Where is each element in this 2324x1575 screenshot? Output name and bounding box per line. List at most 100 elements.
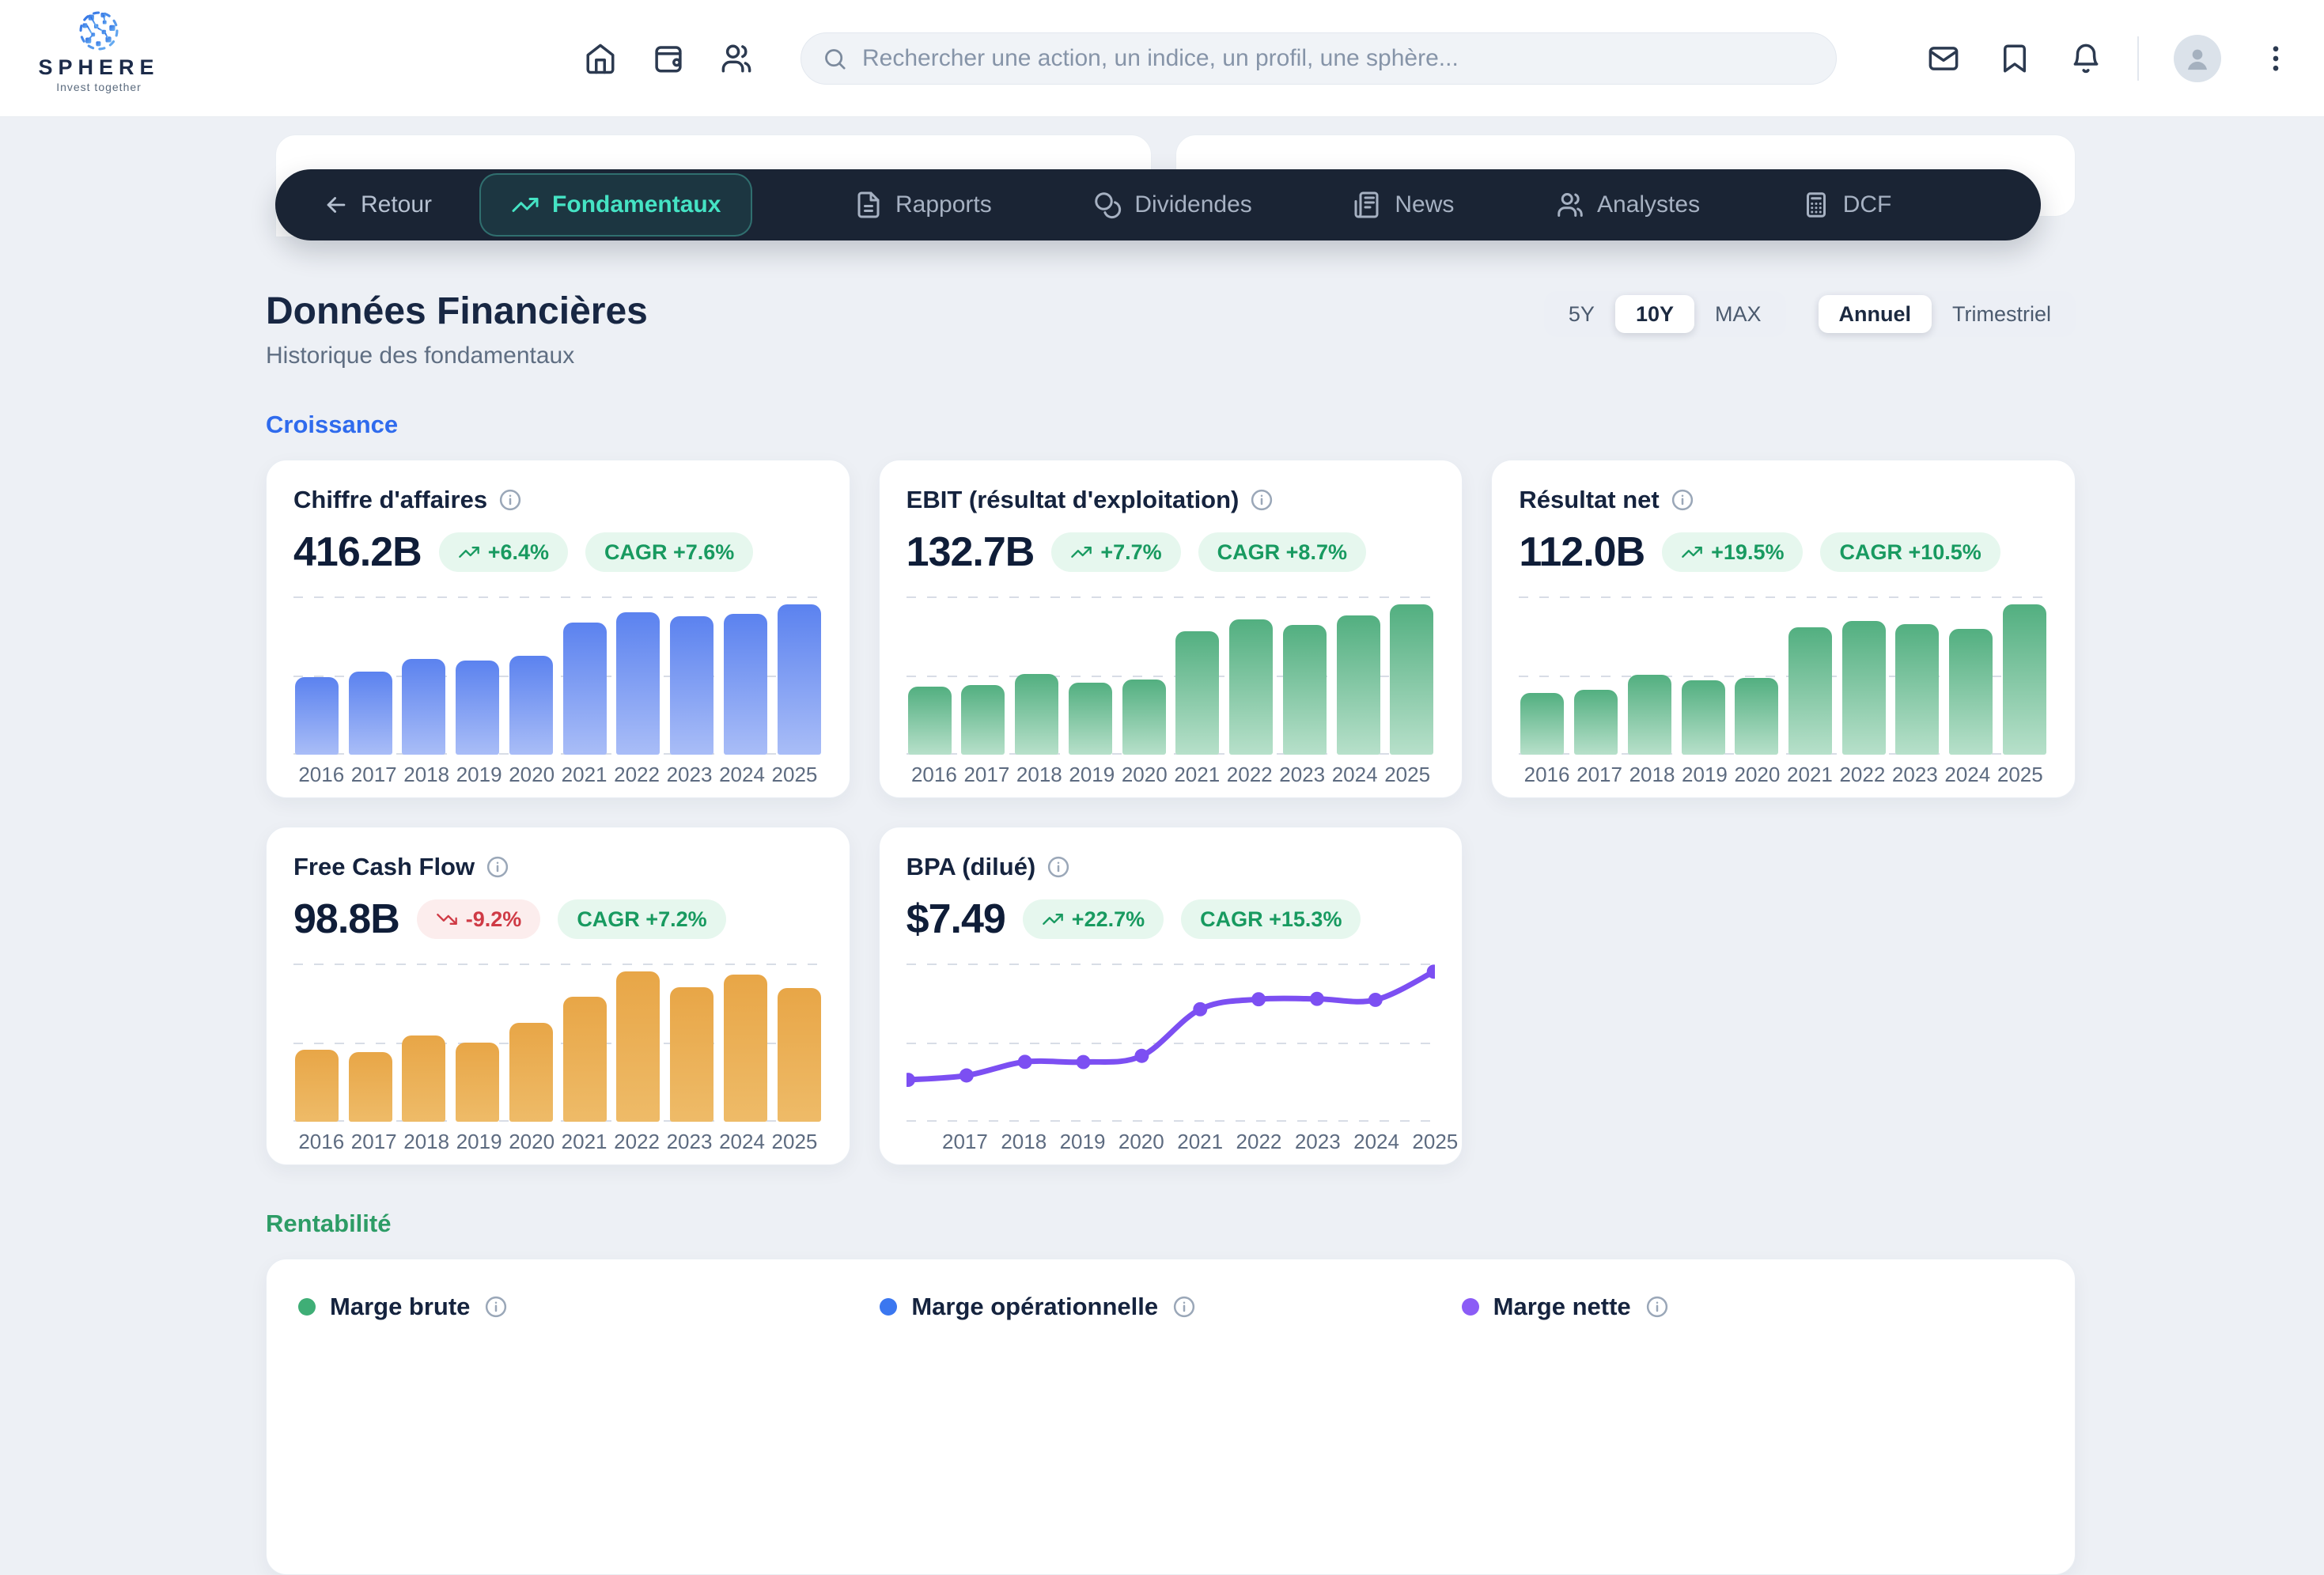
year-label: 2018 <box>1626 763 1678 788</box>
year-label: 2017 <box>1573 763 1626 788</box>
legend-marge-nette: Marge nette <box>1462 1293 2043 1321</box>
growth-cards-grid: Chiffre d'affaires 416.2B +6.4% CAGR +7.… <box>266 460 2076 1165</box>
year-label: 2019 <box>1065 763 1118 788</box>
range-option-max[interactable]: MAX <box>1694 295 1782 333</box>
year-label: 2022 <box>611 763 663 788</box>
year-label: 2023 <box>663 1130 715 1155</box>
info-icon[interactable] <box>484 1295 508 1319</box>
year-label: 2017 <box>942 1130 988 1154</box>
cagr-badge: CAGR +15.3% <box>1181 899 1361 939</box>
section-croissance: Croissance <box>266 411 2076 439</box>
year-label: 2020 <box>1118 763 1171 788</box>
back-label: Retour <box>361 191 432 218</box>
info-icon[interactable] <box>1047 855 1070 879</box>
tab-fondamentaux[interactable]: Fondamentaux <box>479 173 752 237</box>
chart-bar <box>349 672 392 755</box>
legend-marge-operationnelle: Marge opérationnelle <box>880 1293 1461 1321</box>
bookmarks-button[interactable] <box>1998 42 2031 75</box>
back-button[interactable]: Retour <box>318 191 437 219</box>
kebab-menu-icon <box>2259 42 2292 75</box>
metric-card: BPA (dilué) $7.49 +22.7% CAGR +15.3% 201… <box>879 827 1463 1165</box>
logo-title: SPHERE <box>38 55 159 80</box>
year-label: 2016 <box>908 763 960 788</box>
bell-icon <box>2069 42 2103 75</box>
purple-dot <box>1462 1298 1479 1316</box>
year-label: 2024 <box>1353 1130 1399 1154</box>
metric-value: 112.0B <box>1519 528 1645 576</box>
tab-dcf[interactable]: DCF <box>1802 191 1892 219</box>
year-label: 2025 <box>1994 763 2046 788</box>
blue-dot <box>880 1298 897 1316</box>
community-button[interactable] <box>720 42 753 75</box>
chart-bar <box>616 612 660 755</box>
ticker-nav-zone: Retour Fondamentaux Rapports Dividendes <box>266 134 2076 240</box>
metric-chart <box>1519 596 2048 755</box>
metric-title: Free Cash Flow <box>293 853 475 881</box>
year-label: 2020 <box>1731 763 1783 788</box>
trend-icon <box>1042 908 1064 930</box>
avatar[interactable] <box>2174 35 2221 82</box>
line-point <box>1368 993 1383 1007</box>
chart-bar <box>724 614 767 755</box>
messages-button[interactable] <box>1927 42 1960 75</box>
tab-analystes[interactable]: Analystes <box>1556 191 1700 219</box>
search-input[interactable] <box>861 44 1815 73</box>
info-icon[interactable] <box>486 855 509 879</box>
legend-marge-brute: Marge brute <box>298 1293 880 1321</box>
chart-year-labels: 2016201720182019202020212022202320242025 <box>1519 763 2048 788</box>
trending-up-icon <box>511 191 539 219</box>
tab-news[interactable]: News <box>1353 191 1454 219</box>
arrow-left-icon <box>323 191 350 218</box>
year-label: 2019 <box>452 1130 505 1155</box>
home-button[interactable] <box>584 42 617 75</box>
page-title: Données Financières <box>266 290 648 333</box>
wallet-icon <box>652 42 685 75</box>
chart-bar <box>563 997 607 1122</box>
search-bar[interactable] <box>801 32 1837 85</box>
portfolio-button[interactable] <box>652 42 685 75</box>
info-icon[interactable] <box>1250 488 1274 512</box>
info-icon[interactable] <box>1645 1295 1669 1319</box>
notifications-button[interactable] <box>2069 42 2103 75</box>
year-label: 2018 <box>1013 763 1065 788</box>
section-rentabilite: Rentabilité <box>266 1210 2076 1238</box>
metric-card: Free Cash Flow 98.8B -9.2% CAGR +7.2% 20… <box>266 827 850 1165</box>
metric-value: $7.49 <box>907 895 1005 943</box>
year-label: 2022 <box>1236 1130 1282 1154</box>
info-icon[interactable] <box>498 488 522 512</box>
metric-chart <box>293 964 823 1122</box>
metric-value: 416.2B <box>293 528 422 576</box>
year-label: 2025 <box>1381 763 1433 788</box>
analysts-users-icon <box>1556 191 1584 219</box>
more-menu-button[interactable] <box>2259 42 2292 75</box>
period-option-trimestriel[interactable]: Trimestriel <box>1932 295 2072 333</box>
chart-toggles: 5Y 10Y MAX Annuel Trimestriel <box>1544 291 2076 337</box>
chart-bar <box>1337 615 1380 755</box>
chart-year-labels: 201720182019202020212022202320242025 <box>907 1130 1436 1155</box>
app-logo[interactable]: SPHERE Invest together <box>24 8 174 93</box>
chart-bar <box>1788 627 1832 755</box>
info-icon[interactable] <box>1172 1295 1196 1319</box>
range-option-10y[interactable]: 10Y <box>1615 295 1694 333</box>
page-head: Données Financières Historique des fonda… <box>266 290 2076 369</box>
metric-card: EBIT (résultat d'exploitation) 132.7B +7… <box>879 460 1463 798</box>
users-icon <box>720 42 753 75</box>
cagr-badge: CAGR +8.7% <box>1198 532 1366 572</box>
chart-bar <box>1390 604 1433 755</box>
year-label: 2021 <box>558 763 610 788</box>
info-icon[interactable] <box>1671 488 1694 512</box>
page-subtitle: Historique des fondamentaux <box>266 343 648 369</box>
tab-dividendes[interactable]: Dividendes <box>1093 191 1251 219</box>
search-icon <box>822 46 848 72</box>
tab-rapports[interactable]: Rapports <box>854 191 992 219</box>
range-option-5y[interactable]: 5Y <box>1548 295 1615 333</box>
line-chart <box>907 964 1436 1122</box>
trend-icon <box>436 908 458 930</box>
top-header: SPHERE Invest together <box>0 0 2324 117</box>
ticker-tabbar: Retour Fondamentaux Rapports Dividendes <box>275 169 2041 240</box>
metric-title: Résultat net <box>1519 486 1659 514</box>
year-label: 2023 <box>663 763 715 788</box>
chart-bar <box>1574 690 1618 755</box>
period-option-annuel[interactable]: Annuel <box>1819 295 1932 333</box>
metric-value: 98.8B <box>293 895 399 943</box>
